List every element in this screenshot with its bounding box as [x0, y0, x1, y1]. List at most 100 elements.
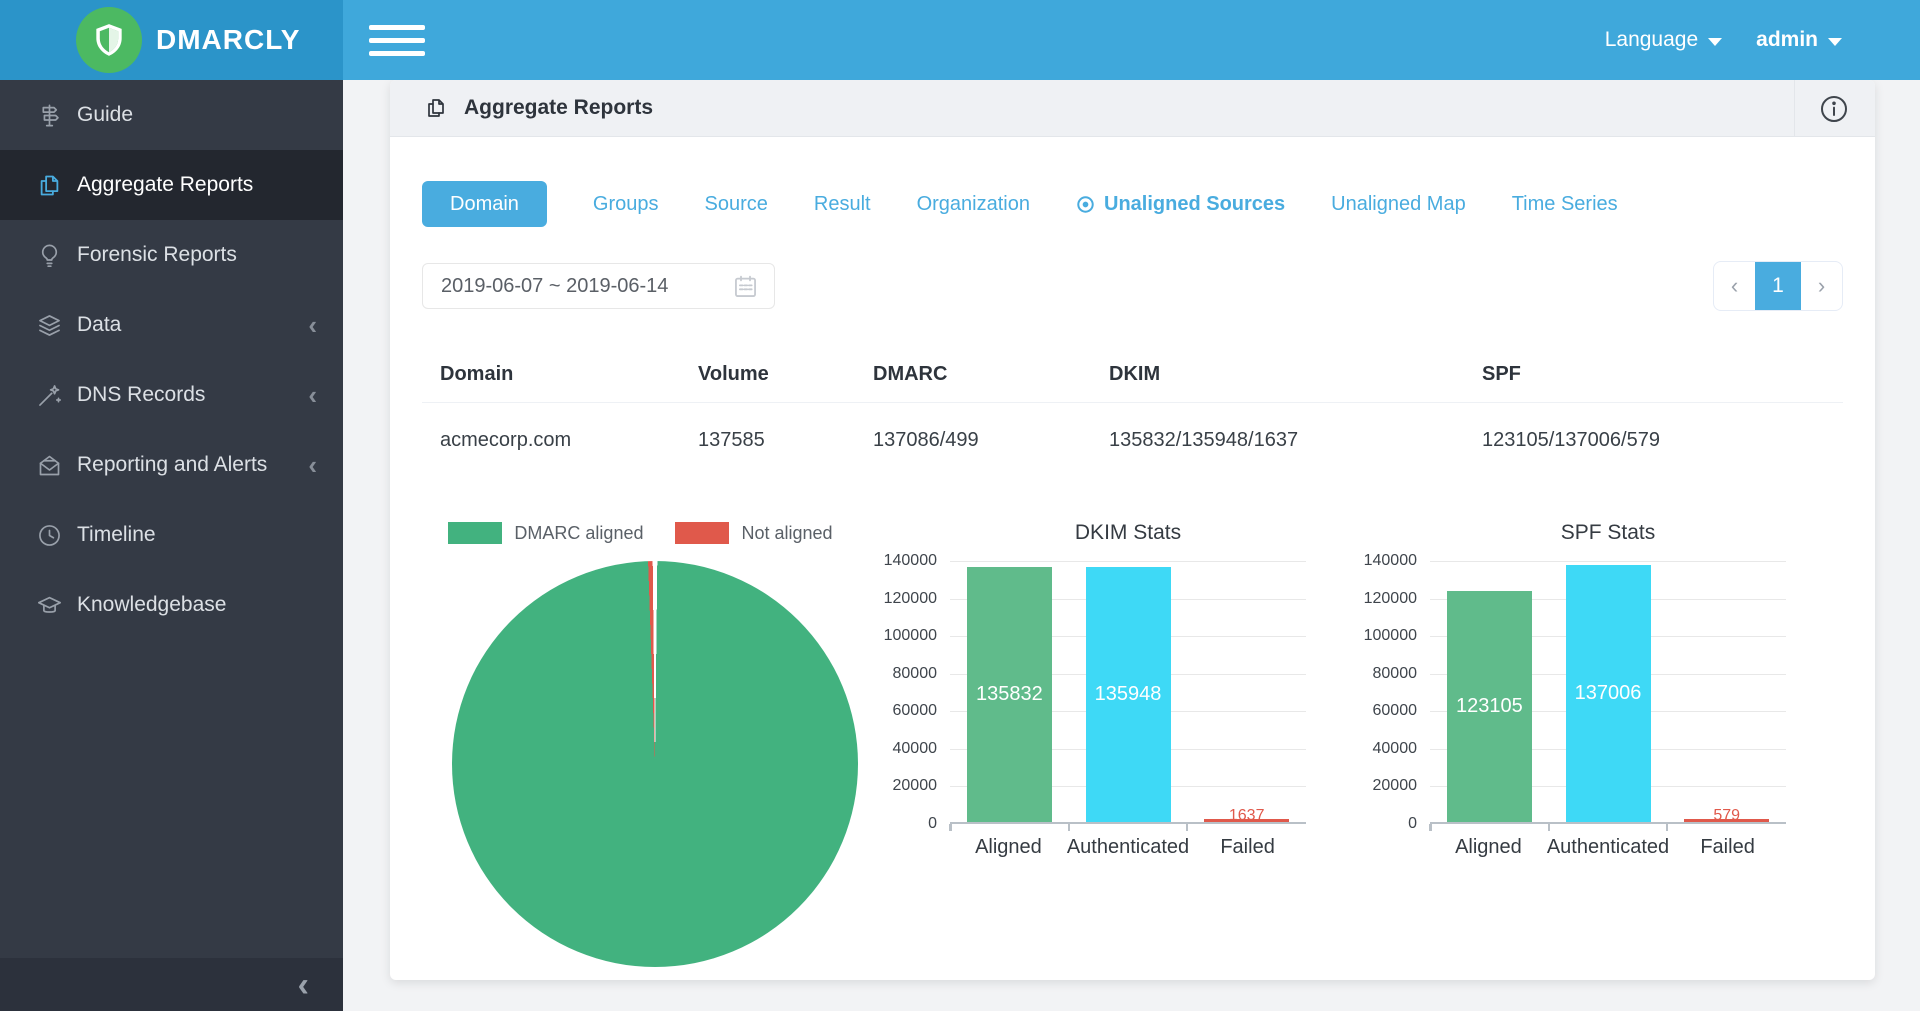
lightbulb-icon: [36, 242, 63, 269]
legend-entry-aligned: DMARC aligned: [448, 522, 643, 544]
language-label: Language: [1605, 28, 1698, 52]
user-label: admin: [1756, 28, 1818, 52]
plot-area: 123105 137006 579: [1430, 561, 1786, 824]
spf-stats-chart: SPF Stats 020000400006000080000100000120…: [1352, 521, 1832, 967]
tab-organization[interactable]: Organization: [917, 193, 1030, 216]
chevron-left-icon: ‹: [308, 382, 317, 408]
cell-domain: acmecorp.com: [440, 429, 698, 452]
sidebar-item-timeline[interactable]: Timeline: [0, 500, 343, 570]
sidebar: Guide Aggregate Reports Forensic Reports…: [0, 80, 343, 1011]
sidebar-item-forensic-reports[interactable]: Forensic Reports: [0, 220, 343, 290]
sidebar-item-label: Data: [77, 313, 121, 337]
aggregate-table: Domain Volume DMARC DKIM SPF acmecorp.co…: [422, 347, 1843, 477]
chart-title: SPF Stats: [1430, 521, 1786, 547]
plot-area: 135832 135948 1637: [950, 561, 1306, 824]
y-tick-label: 140000: [884, 552, 937, 570]
bar-value-label: 579: [1667, 807, 1786, 825]
user-menu[interactable]: admin: [1756, 28, 1842, 52]
card-header: Aggregate Reports: [390, 80, 1875, 137]
column-header-dmarc: DMARC: [873, 363, 1109, 386]
date-range-value: 2019-06-07 ~ 2019-06-14: [441, 275, 732, 298]
legend-swatch-red: [675, 522, 729, 544]
bar-slot: 1637: [1187, 561, 1306, 822]
sidebar-item-guide[interactable]: Guide: [0, 80, 343, 150]
x-axis-label: Authenticated: [1067, 836, 1189, 859]
language-menu[interactable]: Language: [1605, 28, 1722, 52]
pagination-prev-button[interactable]: ‹: [1714, 262, 1755, 310]
chart-title: DKIM Stats: [950, 521, 1306, 547]
bar-value-label: 135948: [1095, 683, 1162, 706]
info-circle-icon[interactable]: [1818, 93, 1850, 125]
y-tick-label: 60000: [893, 702, 938, 720]
pagination-next-button[interactable]: ›: [1801, 262, 1842, 310]
topbar: DMARCLY Language admin: [0, 0, 1920, 80]
chevron-down-icon: [1828, 38, 1842, 46]
bar-value-label: 1637: [1187, 807, 1306, 825]
table-row: acmecorp.com 137585 137086/499 135832/13…: [422, 403, 1843, 477]
tab-unaligned-map[interactable]: Unaligned Map: [1331, 193, 1466, 216]
pagination: ‹ 1 ›: [1713, 261, 1843, 311]
bar-slot: 579: [1667, 561, 1786, 822]
signpost-icon: [36, 102, 63, 129]
y-tick-label: 40000: [1373, 740, 1418, 758]
sidebar-item-label: DNS Records: [77, 383, 205, 407]
bar-value-label: 137006: [1575, 682, 1642, 705]
y-tick-label: 20000: [893, 777, 938, 795]
dmarc-pie: [452, 561, 858, 967]
sidebar-item-reporting-and-alerts[interactable]: Reporting and Alerts ‹: [0, 430, 343, 500]
y-tick-label: 80000: [893, 665, 938, 683]
bar-value-label: 135832: [976, 683, 1043, 706]
cell-dmarc: 137086/499: [873, 429, 1109, 452]
column-header-volume: Volume: [698, 363, 873, 386]
tab-groups[interactable]: Groups: [593, 193, 659, 216]
tab-unaligned-sources[interactable]: Unaligned Sources: [1076, 193, 1285, 216]
table-header-row: Domain Volume DMARC DKIM SPF: [422, 347, 1843, 403]
chevron-left-icon: ‹: [308, 452, 317, 478]
tab-time-series[interactable]: Time Series: [1512, 193, 1618, 216]
brand-logo[interactable]: DMARCLY: [0, 0, 343, 80]
tab-source[interactable]: Source: [705, 193, 768, 216]
x-axis-label: Failed: [1189, 836, 1306, 859]
charts-row: DMARC aligned Not aligned DKIM Stats 0 20…: [422, 521, 1843, 967]
x-axis: AlignedAuthenticatedFailed: [950, 836, 1306, 859]
sidebar-item-label: Aggregate Reports: [77, 173, 253, 197]
sidebar-item-label: Reporting and Alerts: [77, 453, 267, 477]
y-tick-label: 20000: [1373, 777, 1418, 795]
y-tick-label: 0: [1408, 815, 1417, 833]
cell-dkim: 135832/135948/1637: [1109, 429, 1482, 452]
chart-area: 020000400006000080000100000120000140000 …: [872, 561, 1352, 824]
date-range-picker[interactable]: 2019-06-07 ~ 2019-06-14: [422, 263, 775, 309]
y-tick-label: 100000: [1364, 627, 1417, 645]
y-axis: 020000400006000080000100000120000140000: [872, 561, 950, 824]
pie-legend: DMARC aligned Not aligned: [422, 521, 859, 545]
sidebar-item-label: Guide: [77, 103, 133, 127]
toolbar: 2019-06-07 ~ 2019-06-14 ‹ 1 ›: [422, 261, 1843, 311]
content-card: Aggregate Reports Domain Groups Source R…: [390, 80, 1875, 980]
legend-label: Not aligned: [741, 523, 832, 544]
x-axis-label: Authenticated: [1547, 836, 1669, 859]
bar-value-label: 123105: [1456, 695, 1523, 718]
main-area: Aggregate Reports Domain Groups Source R…: [343, 80, 1920, 1011]
y-tick-label: 100000: [884, 627, 937, 645]
hamburger-icon[interactable]: [369, 17, 425, 64]
sidebar-collapse-button[interactable]: ‹: [298, 968, 309, 1002]
y-tick-label: 120000: [1364, 590, 1417, 608]
chevron-left-icon: ‹: [308, 312, 317, 338]
sidebar-item-data[interactable]: Data ‹: [0, 290, 343, 360]
layers-icon: [36, 312, 63, 339]
cell-volume: 137585: [698, 429, 873, 452]
column-header-spf: SPF: [1482, 363, 1843, 386]
sidebar-item-knowledgebase[interactable]: Knowledgebase: [0, 570, 343, 640]
legend-entry-not-aligned: Not aligned: [675, 522, 832, 544]
clock-icon: [36, 522, 63, 549]
page-title: Aggregate Reports: [464, 96, 653, 120]
sidebar-item-aggregate-reports[interactable]: Aggregate Reports: [0, 150, 343, 220]
bullseye-icon: [1076, 195, 1095, 214]
bar-aligned: 123105: [1447, 591, 1532, 822]
tab-domain[interactable]: Domain: [422, 181, 547, 227]
sidebar-item-dns-records[interactable]: DNS Records ‹: [0, 360, 343, 430]
tab-result[interactable]: Result: [814, 193, 871, 216]
bar-slot: 123105: [1430, 561, 1549, 822]
pagination-page-1[interactable]: 1: [1755, 262, 1801, 310]
x-axis: AlignedAuthenticatedFailed: [1430, 836, 1786, 859]
